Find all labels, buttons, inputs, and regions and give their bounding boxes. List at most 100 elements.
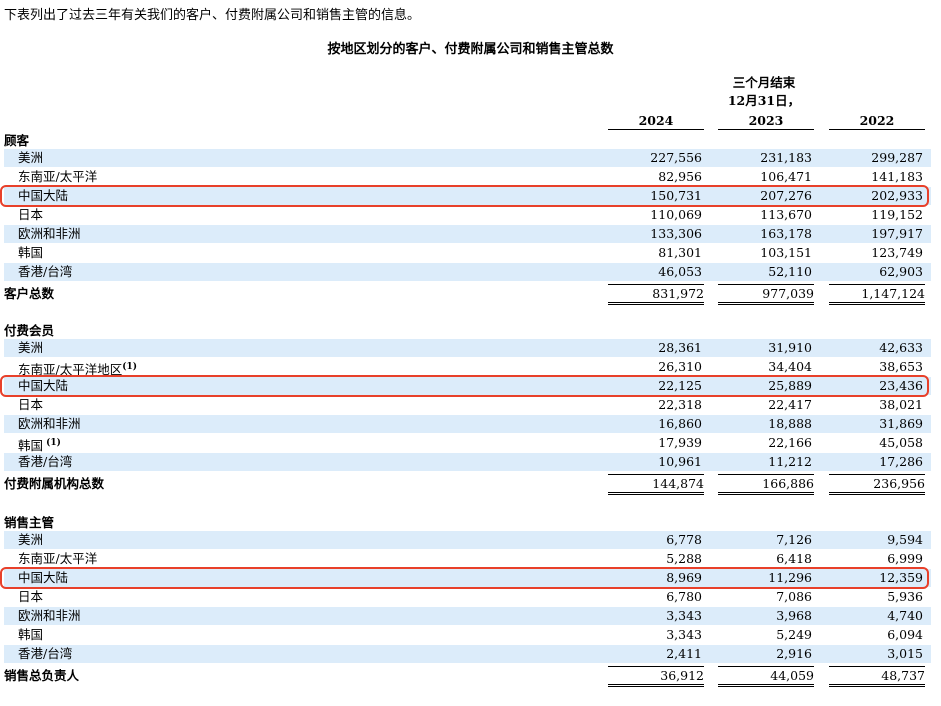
cell-2023: 163,178 xyxy=(760,226,812,241)
cell-2024: 81,301 xyxy=(658,245,702,260)
table-row: 韩国 3,343 5,249 6,094 xyxy=(4,626,931,644)
year-header-2022: 2022 xyxy=(829,112,925,130)
total-cell-2024: 144,874 xyxy=(608,474,704,495)
cell-2023: 231,183 xyxy=(760,150,812,165)
cell-2023: 103,151 xyxy=(760,245,812,260)
highlight-box xyxy=(0,567,929,589)
table-row: 韩国 (1) 17,939 22,166 45,058 xyxy=(4,434,931,455)
row-label: 欧洲和非洲 xyxy=(18,225,81,243)
cell-2022: 6,999 xyxy=(887,551,923,566)
cell-2024: 82,956 xyxy=(658,169,702,184)
total-row: 付费附属机构总数 144,874 166,886 236,956 xyxy=(4,474,931,495)
table-row: 香港/台湾 10,961 11,212 17,286 xyxy=(4,453,931,471)
row-label: 日本 xyxy=(18,588,43,606)
cell-2024: 110,069 xyxy=(650,207,702,222)
cell-2022: 62,903 xyxy=(879,264,923,279)
cell-2022: 6,094 xyxy=(887,627,923,642)
total-cell-2022: 1,147,124 xyxy=(829,284,925,305)
row-label: 香港/台湾 xyxy=(18,453,72,471)
cell-2023: 11,212 xyxy=(768,454,812,469)
cell-2024: 227,556 xyxy=(650,150,702,165)
row-label: 东南亚/太平洋 xyxy=(18,550,97,568)
cell-2024: 133,306 xyxy=(650,226,702,241)
cell-2022: 38,653 xyxy=(879,359,923,374)
table-row: 欧洲和非洲 3,343 3,968 4,740 xyxy=(4,607,931,625)
total-cell-2023: 166,886 xyxy=(718,474,814,495)
cell-2023: 6,418 xyxy=(776,551,812,566)
row-label-text: 韩国 xyxy=(18,627,44,642)
cell-2024: 3,343 xyxy=(666,627,702,642)
cell-2022: 3,015 xyxy=(887,646,923,661)
table-row: 欧洲和非洲 16,860 18,888 31,869 xyxy=(4,415,931,433)
row-label: 韩国 xyxy=(18,244,43,262)
row-label-text: 日本 xyxy=(18,397,44,412)
table-row: 东南亚/太平洋地区(1) 26,310 34,404 38,653 xyxy=(4,358,931,377)
cell-2023: 5,249 xyxy=(776,627,812,642)
cell-2023: 7,126 xyxy=(776,532,812,547)
cell-2022: 4,740 xyxy=(887,608,923,623)
total-cell-2023: 977,039 xyxy=(718,284,814,305)
cell-2023: 18,888 xyxy=(768,416,812,431)
period-header-line2: 12月31日， xyxy=(727,93,801,108)
table-row: 日本 22,318 22,417 38,021 xyxy=(4,396,931,414)
cell-2024: 5,288 xyxy=(666,551,702,566)
row-label-text: 香港/台湾 xyxy=(18,264,73,279)
table-row: 东南亚/太平洋 5,288 6,418 6,999 xyxy=(4,550,931,568)
year-header-2023: 2023 xyxy=(718,112,814,130)
cell-2024: 3,343 xyxy=(666,608,702,623)
table-row: 欧洲和非洲 133,306 163,178 197,917 xyxy=(4,225,931,243)
table-row: 香港/台湾 2,411 2,916 3,015 xyxy=(4,645,931,663)
table-caption: 按地区划分的客户、付费附属公司和销售主管总数 xyxy=(327,42,614,57)
cell-2024: 16,860 xyxy=(658,416,702,431)
section-title: 销售主管 xyxy=(4,515,55,530)
row-label-text: 欧洲和非洲 xyxy=(18,416,81,431)
cell-2024: 10,961 xyxy=(658,454,702,469)
row-label: 欧洲和非洲 xyxy=(18,607,81,625)
table-row: 日本 6,780 7,086 5,936 xyxy=(4,588,931,606)
cell-2023: 3,968 xyxy=(776,608,812,623)
total-row: 销售总负责人 36,912 44,059 48,737 xyxy=(4,666,931,687)
row-label-text: 韩国 xyxy=(18,245,44,260)
row-label: 欧洲和非洲 xyxy=(18,415,81,433)
cell-2022: 299,287 xyxy=(871,150,923,165)
cell-2023: 22,417 xyxy=(768,397,812,412)
row-label-text: 欧洲和非洲 xyxy=(18,226,81,241)
table-row: 东南亚/太平洋 82,956 106,471 141,183 xyxy=(4,168,931,186)
cell-2024: 17,939 xyxy=(658,435,702,450)
total-label: 付费附属机构总数 xyxy=(4,476,105,491)
footnote-marker: (1) xyxy=(43,438,61,448)
cell-2024: 46,053 xyxy=(658,264,702,279)
total-cell-2024: 36,912 xyxy=(608,666,704,687)
row-label: 韩国 (1) xyxy=(18,434,61,455)
cell-2022: 45,058 xyxy=(879,435,923,450)
cell-2022: 17,286 xyxy=(879,454,923,469)
cell-2024: 6,780 xyxy=(666,589,702,604)
row-label-text: 东南亚/太平洋 xyxy=(18,169,98,184)
row-label-text: 香港/台湾 xyxy=(18,454,73,469)
cell-2023: 31,910 xyxy=(768,340,812,355)
row-label-text: 美洲 xyxy=(18,532,44,547)
row-label-text: 日本 xyxy=(18,589,44,604)
cell-2023: 22,166 xyxy=(768,435,812,450)
year-header-2024: 2024 xyxy=(608,112,704,130)
cell-2023: 106,471 xyxy=(760,169,812,184)
cell-2022: 38,021 xyxy=(879,397,923,412)
row-label-text: 东南亚/太平洋 xyxy=(18,551,98,566)
total-row: 客户总数 831,972 977,039 1,147,124 xyxy=(4,284,931,305)
total-cell-2022: 48,737 xyxy=(829,666,925,687)
cell-2024: 26,310 xyxy=(658,359,702,374)
cell-2022: 5,936 xyxy=(887,589,923,604)
cell-2022: 9,594 xyxy=(887,532,923,547)
cell-2023: 2,916 xyxy=(776,646,812,661)
cell-2024: 22,318 xyxy=(658,397,702,412)
row-label-text: 美洲 xyxy=(18,340,44,355)
total-label: 客户总数 xyxy=(4,286,55,301)
cell-2023: 113,670 xyxy=(760,207,812,222)
cell-2022: 141,183 xyxy=(871,169,923,184)
row-label: 香港/台湾 xyxy=(18,645,72,663)
table-row: 美洲 28,361 31,910 42,633 xyxy=(4,339,931,357)
row-label: 美洲 xyxy=(18,531,43,549)
table-row: 香港/台湾 46,053 52,110 62,903 xyxy=(4,263,931,281)
row-label: 香港/台湾 xyxy=(18,263,72,281)
cell-2024: 2,411 xyxy=(666,646,702,661)
